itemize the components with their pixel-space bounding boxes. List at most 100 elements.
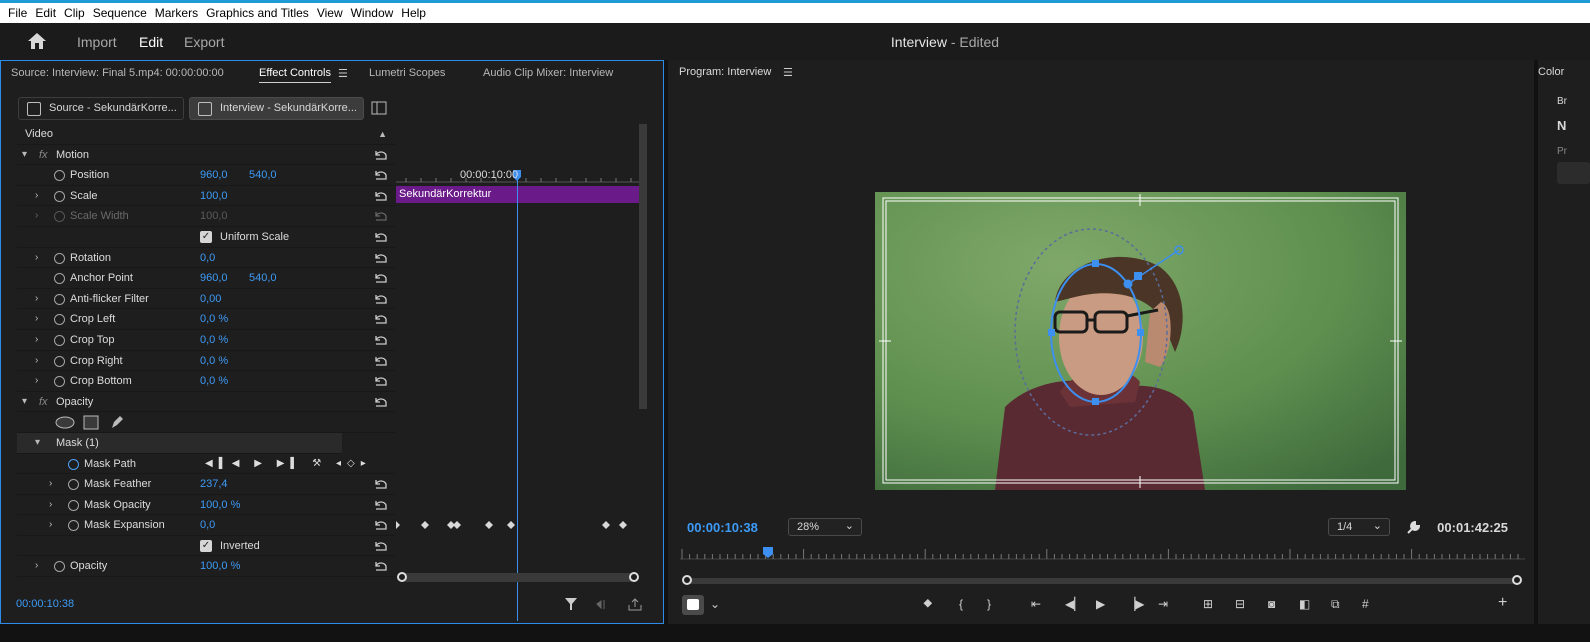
reset-icon[interactable] [373,334,389,346]
tab-audio-clip-mixer[interactable]: Audio Clip Mixer: Interview [483,67,613,79]
chevron-right-icon[interactable]: › [35,556,38,576]
mask-opacity-value[interactable]: 100,0 % [200,495,240,515]
mask-track-controls[interactable]: ◀▌◀ ▶ ▶▌ ⚒ ◂◇▸ [205,454,372,474]
chevron-down-icon[interactable]: ▾ [22,392,27,412]
menu-window[interactable]: Window [351,6,394,20]
proxy-toggle-icon[interactable]: ⧉ [1331,597,1340,612]
ellipse-mask-icon[interactable] [55,416,75,429]
menu-help[interactable]: Help [401,6,426,20]
safe-margins-icon[interactable]: # [1362,597,1369,611]
stopwatch-icon[interactable] [68,479,79,491]
reset-icon[interactable] [373,169,389,181]
position-x-value[interactable]: 960,0 [200,165,228,185]
chevron-right-icon[interactable]: › [35,309,38,329]
zoom-scrollbar[interactable] [682,575,1522,585]
anchor-y-value[interactable]: 540,0 [249,268,277,288]
pen-mask-icon[interactable] [109,414,125,430]
tab-source[interactable]: Source: Interview: Final 5.mp4: 00:00:00… [11,67,224,79]
mask-keyframes[interactable] [396,519,640,531]
reset-icon[interactable] [373,272,389,284]
effect-controls-timecode[interactable]: 00:00:10:38 [16,598,74,610]
chevron-right-icon[interactable]: › [49,474,52,494]
mark-out-icon[interactable]: } [987,597,991,611]
toggle-timeline-icon[interactable] [371,101,387,115]
go-to-in-icon[interactable]: ⇤ [1031,597,1041,611]
video-frame[interactable] [875,192,1406,490]
menu-markers[interactable]: Markers [155,6,198,20]
stopwatch-icon[interactable] [54,170,65,182]
stopwatch-icon[interactable] [54,355,65,367]
color-panel-field[interactable] [1557,162,1590,184]
stopwatch-icon[interactable] [54,190,65,202]
opacity-value[interactable]: 100,0 % [200,556,240,576]
stopwatch-icon[interactable] [68,499,79,511]
collapse-up-icon[interactable]: ▲ [378,124,387,144]
vertical-scrollbar[interactable] [639,124,647,409]
color-panel-title[interactable]: Color [1538,66,1564,78]
crop-right-value[interactable]: 0,0 % [200,351,228,371]
stopwatch-icon[interactable] [54,293,65,305]
crop-bottom-value[interactable]: 0,0 % [200,371,228,391]
stopwatch-icon[interactable] [54,314,65,326]
export-icon[interactable] [627,597,643,611]
source-clip-button[interactable]: Source - SekundärKorre... [18,97,184,120]
stopwatch-icon[interactable] [54,334,65,346]
chevron-right-icon[interactable]: › [35,330,38,350]
step-forward-icon[interactable]: ▕▶ [1126,597,1144,611]
reset-icon[interactable] [373,355,389,367]
tab-effect-controls[interactable]: Effect Controls [259,67,331,83]
reset-icon[interactable] [373,293,389,305]
stopwatch-icon[interactable] [68,520,79,532]
anchor-x-value[interactable]: 960,0 [200,268,228,288]
filter-icon[interactable] [564,597,578,611]
chevron-right-icon[interactable]: › [35,248,38,268]
stopwatch-icon[interactable] [68,458,79,470]
menu-graphics[interactable]: Graphics and Titles [206,6,309,20]
mark-in-icon[interactable]: { [959,597,963,611]
sequence-clip-button[interactable]: Interview - SekundärKorre... [189,97,364,120]
stopwatch-icon[interactable] [54,561,65,573]
reset-icon[interactable] [373,252,389,264]
chevron-down-icon[interactable]: ▾ [22,145,27,165]
panel-menu-icon[interactable]: ☰ [338,67,348,80]
program-current-timecode[interactable]: 00:00:10:38 [687,520,758,535]
extract-icon[interactable]: ⊟ [1235,597,1245,611]
chevron-right-icon[interactable]: › [35,289,38,309]
tab-lumetri-scopes[interactable]: Lumetri Scopes [369,67,445,79]
lift-icon[interactable]: ⊞ [1203,597,1213,611]
chevron-right-icon[interactable]: › [49,495,52,515]
reset-icon[interactable] [373,149,389,161]
export-frame-icon[interactable]: ◙ [1268,597,1275,611]
reset-icon[interactable] [373,519,389,531]
wrench-icon[interactable] [1405,520,1421,536]
chevron-down-icon[interactable]: ▾ [35,433,40,453]
reset-icon[interactable] [373,313,389,325]
clip-bar[interactable]: SekundärKorrektur [396,186,640,203]
stopwatch-icon[interactable] [54,376,65,388]
chevron-right-icon[interactable]: › [35,371,38,391]
resolution-dropdown[interactable]: 1/4 ⌄ [1328,518,1390,536]
crop-left-value[interactable]: 0,0 % [200,309,228,329]
menu-sequence[interactable]: Sequence [93,6,147,20]
reset-icon[interactable] [373,231,389,243]
settings-button[interactable] [682,595,704,615]
horizontal-scrollbar[interactable] [397,572,639,582]
menu-view[interactable]: View [317,6,343,20]
chevron-right-icon[interactable]: › [35,351,38,371]
program-time-ruler[interactable] [680,546,1525,560]
mask-expansion-value[interactable]: 0,0 [200,515,215,535]
chevron-right-icon[interactable]: › [35,186,38,206]
step-back-icon[interactable]: ◀▏ [1065,597,1083,611]
playhead-line[interactable] [517,176,518,621]
stopwatch-icon[interactable] [54,252,65,264]
mask-feather-value[interactable]: 237,4 [200,474,228,494]
reset-icon[interactable] [373,396,389,408]
menu-edit[interactable]: Edit [35,6,56,20]
crop-top-value[interactable]: 0,0 % [200,330,228,350]
chevron-down-icon[interactable]: ⌄ [710,597,720,611]
menu-clip[interactable]: Clip [64,6,85,20]
reset-icon[interactable] [373,478,389,490]
inverted-checkbox[interactable]: ✓ [200,539,212,552]
scroll-handle-right[interactable] [629,572,639,582]
panel-menu-icon[interactable]: ☰ [783,66,793,79]
